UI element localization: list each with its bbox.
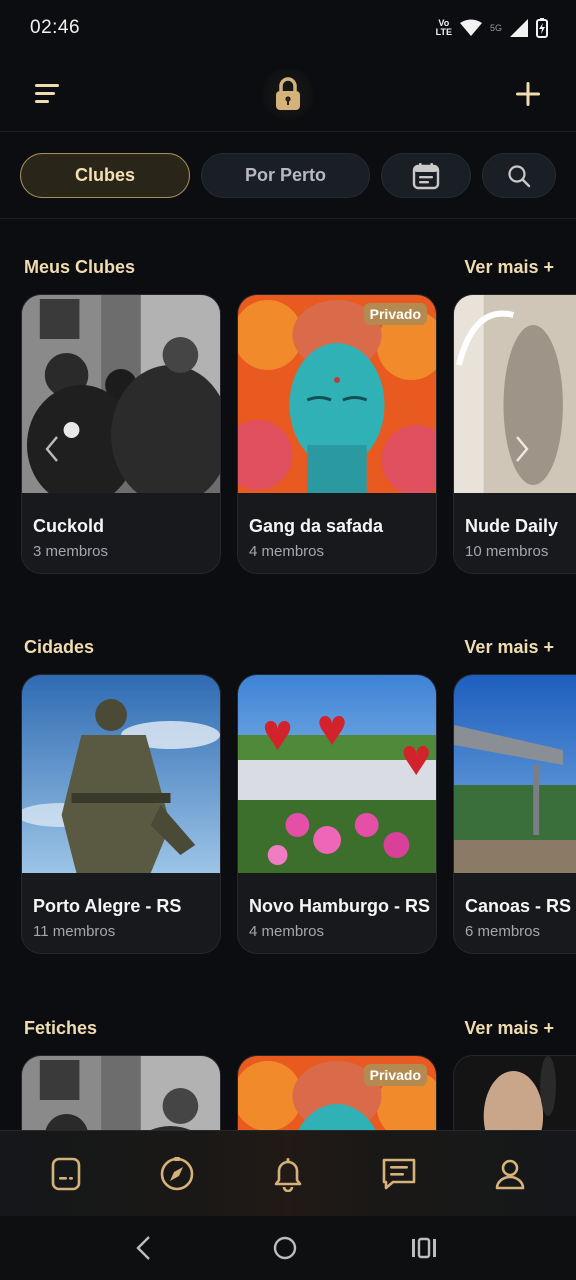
city-photo <box>22 675 220 873</box>
chip-clubes[interactable]: Clubes <box>20 153 190 198</box>
club-card[interactable]: Nude Daily 10 membros <box>453 294 576 574</box>
calendar-button[interactable] <box>381 153 471 198</box>
card-members: 6 membros <box>465 923 541 940</box>
card-title: Nude Daily <box>465 516 559 536</box>
fetish-card[interactable] <box>21 1055 221 1130</box>
profile-icon <box>495 1159 525 1190</box>
calendar-icon <box>412 162 440 189</box>
city-photo <box>238 675 436 873</box>
section-title-cidades: Cidades <box>24 637 95 657</box>
status-bar: 02:46 Vo LTE 5G <box>0 0 576 56</box>
section-title-meus-clubes: Meus Clubes <box>24 257 136 277</box>
menu-icon <box>35 84 59 103</box>
back-icon <box>136 1236 150 1260</box>
city-card[interactable]: Canoas - RS 6 membros <box>453 674 576 954</box>
wifi-icon <box>459 19 482 36</box>
fetish-photo <box>22 1056 220 1130</box>
card-members: 4 membros <box>249 923 325 940</box>
recents-icon <box>412 1237 436 1259</box>
system-back-button[interactable] <box>128 1232 160 1264</box>
club-photo <box>454 295 576 493</box>
menu-button[interactable] <box>30 78 66 110</box>
compass-icon <box>160 1157 194 1191</box>
home-icon <box>273 1236 297 1260</box>
network-type: 5G <box>489 23 502 33</box>
chat-icon <box>382 1158 416 1190</box>
see-more-cidades[interactable]: Ver mais + <box>464 637 554 658</box>
fetish-card[interactable] <box>453 1055 576 1130</box>
battery-charging-icon <box>536 18 548 38</box>
card-members: 11 membros <box>33 923 116 940</box>
chevron-right-icon[interactable] <box>514 435 530 463</box>
city-card[interactable]: Porto Alegre - RS 11 membros <box>21 674 221 954</box>
bell-icon <box>274 1158 302 1192</box>
see-more-fetiches[interactable]: Ver mais + <box>464 1018 554 1039</box>
volte-indicator: Vo LTE <box>435 18 452 37</box>
filter-chips: Clubes Por Perto <box>0 132 576 219</box>
nav-feed[interactable] <box>43 1151 89 1197</box>
search-icon <box>508 164 531 187</box>
card-title: Porto Alegre - RS <box>33 896 182 916</box>
section-title-fetiches: Fetiches <box>24 1018 98 1038</box>
nav-profile[interactable] <box>487 1151 533 1197</box>
club-card[interactable]: Cuckold 3 membros <box>21 294 221 574</box>
nav-notifications[interactable] <box>265 1151 311 1197</box>
system-recents-button[interactable] <box>408 1232 440 1264</box>
top-app-bar <box>0 56 576 132</box>
club-photo <box>22 295 220 493</box>
nav-messages[interactable] <box>376 1151 422 1197</box>
signal-icon <box>510 19 528 37</box>
system-navigation <box>0 1216 576 1280</box>
card-members: 4 membros <box>249 543 325 560</box>
nav-explore[interactable] <box>154 1151 200 1197</box>
bottom-navigation <box>0 1130 576 1216</box>
fetish-card[interactable]: Privado <box>237 1055 437 1130</box>
chevron-left-icon[interactable] <box>44 435 60 463</box>
status-icons: Vo LTE 5G <box>436 18 548 38</box>
add-button[interactable] <box>510 76 546 112</box>
fetish-photo <box>454 1056 576 1130</box>
city-card[interactable]: Novo Hamburgo - RS 4 membros <box>237 674 437 954</box>
card-members: 10 membros <box>465 543 549 560</box>
see-more-meus-clubes[interactable]: Ver mais + <box>464 257 554 278</box>
plus-icon <box>516 82 540 106</box>
system-home-button[interactable] <box>269 1232 301 1264</box>
lock-icon <box>276 77 300 110</box>
private-badge: Privado <box>363 303 427 325</box>
city-photo <box>454 675 576 873</box>
card-title: Canoas - RS <box>465 896 572 916</box>
card-members: 3 membros <box>33 543 109 560</box>
card-title: Cuckold <box>33 516 105 536</box>
chip-por-perto[interactable]: Por Perto <box>201 153 370 198</box>
club-card[interactable]: Privado Gang da safada 4 membros <box>237 294 437 574</box>
card-title: Gang da safada <box>249 516 384 536</box>
app-logo[interactable] <box>262 68 314 120</box>
status-time: 02:46 <box>30 17 81 38</box>
feed-icon <box>51 1157 81 1191</box>
card-title: Novo Hamburgo - RS <box>249 896 431 916</box>
search-button[interactable] <box>482 153 556 198</box>
private-badge: Privado <box>363 1064 427 1086</box>
